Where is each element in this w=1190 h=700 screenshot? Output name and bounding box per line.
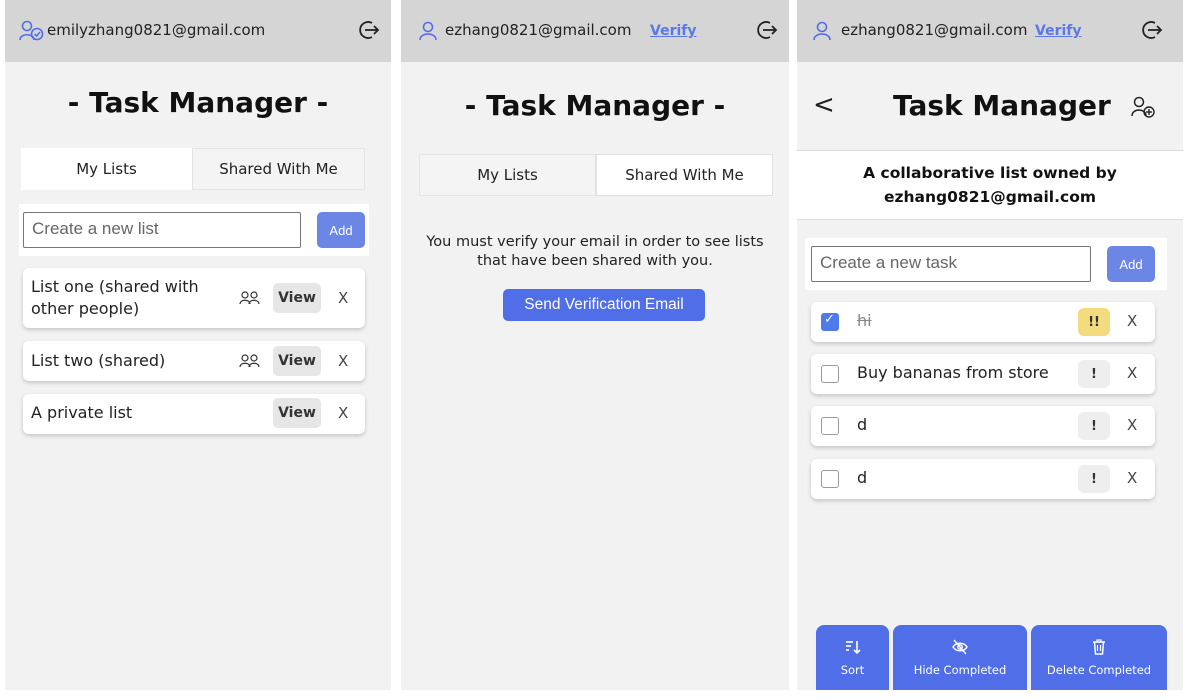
user-email: emilyzhang0821@gmail.com (47, 21, 266, 39)
people-icon (239, 354, 260, 368)
tab-shared-with-me[interactable]: Shared With Me (596, 154, 773, 196)
page-title: - Task Manager - (67, 86, 329, 119)
page-title: - Task Manager - (464, 89, 726, 122)
trash-icon (1093, 639, 1105, 655)
delete-list-button[interactable]: X (338, 404, 348, 422)
top-bar: ezhang0821@gmail.com Verify (797, 0, 1183, 62)
view-list-button[interactable]: View (273, 346, 321, 376)
list-name: A private list (31, 403, 133, 422)
task-checkbox[interactable] (821, 417, 839, 435)
task-item: Buy bananas from store ! X (811, 354, 1155, 394)
delete-completed-label: Delete Completed (1046, 663, 1152, 677)
logout-icon[interactable] (756, 19, 778, 41)
task-checkbox[interactable]: ✓ (821, 312, 839, 331)
list-item: A private list View X (23, 394, 365, 434)
add-list-button[interactable]: Add (317, 212, 365, 248)
list-item: List one (shared with other people) View… (23, 268, 365, 328)
priority-button[interactable]: ! (1078, 412, 1110, 440)
user-icon (419, 21, 437, 41)
delete-list-button[interactable]: X (338, 352, 348, 370)
owner-banner: A collaborative list owned by ezhang0821… (797, 150, 1183, 220)
task-text: hi (857, 311, 872, 330)
task-item: d ! X (811, 459, 1155, 499)
logout-icon[interactable] (1141, 19, 1163, 41)
user-email: ezhang0821@gmail.com (445, 21, 632, 39)
delete-list-button[interactable]: X (338, 289, 348, 307)
top-bar: ezhang0821@gmail.com Verify (401, 0, 789, 62)
task-item: d ! X (811, 406, 1155, 446)
user-add-icon[interactable] (1131, 95, 1157, 121)
priority-button[interactable]: !! (1078, 308, 1110, 336)
priority-button[interactable]: ! (1078, 465, 1110, 493)
shared-with-me-screen: ezhang0821@gmail.com Verify - Task Manag… (401, 0, 789, 690)
new-task-input[interactable]: Create a new task (811, 246, 1091, 282)
list-name: List one (shared with other people) (31, 277, 199, 318)
tab-shared-with-me[interactable]: Shared With Me (192, 148, 365, 190)
task-item: ✓ hi !! X (811, 302, 1155, 342)
list-name: List two (shared) (31, 351, 166, 370)
top-bar: emilyzhang0821@gmail.com (5, 0, 391, 62)
sort-icon (845, 641, 861, 655)
verify-link[interactable]: Verify (650, 23, 696, 39)
check-icon: ✓ (824, 312, 835, 327)
task-checkbox[interactable] (821, 470, 839, 488)
task-text: d (857, 468, 868, 487)
tab-my-lists[interactable]: My Lists (21, 148, 192, 190)
task-checkbox[interactable] (821, 365, 839, 383)
tab-my-lists[interactable]: My Lists (419, 154, 596, 196)
delete-task-button[interactable]: X (1127, 416, 1137, 434)
delete-task-button[interactable]: X (1127, 469, 1137, 487)
eye-slash-icon (952, 639, 968, 655)
new-list-input[interactable]: Create a new list (23, 212, 301, 248)
verify-message: You must verify your email in order to s… (426, 234, 764, 269)
back-button[interactable]: < (813, 90, 835, 120)
view-list-button[interactable]: View (273, 398, 321, 428)
sort-label: Sort (840, 663, 865, 677)
verify-link[interactable]: Verify (1035, 23, 1081, 39)
list-detail-screen: ezhang0821@gmail.com Verify < Task Manag… (797, 0, 1183, 690)
priority-button[interactable]: ! (1078, 360, 1110, 388)
send-verification-email-button[interactable]: Send Verification Email (503, 289, 705, 321)
hide-completed-button[interactable]: Hide Completed (893, 625, 1027, 690)
user-icon (813, 21, 831, 41)
view-list-button[interactable]: View (273, 283, 321, 313)
logout-icon[interactable] (358, 19, 380, 41)
sort-button[interactable]: Sort (816, 625, 889, 690)
my-lists-screen: emilyzhang0821@gmail.com - Task Manager … (5, 0, 391, 690)
list-tabs: My Lists Shared With Me (419, 154, 773, 196)
list-tabs: My Lists Shared With Me (21, 148, 365, 190)
delete-completed-button[interactable]: Delete Completed (1031, 625, 1167, 690)
user-verified-icon (19, 20, 44, 41)
task-text: Buy bananas from store (857, 363, 1049, 382)
page-title: Task Manager (893, 89, 1111, 122)
owner-label: A collaborative list owned by (863, 164, 1117, 182)
hide-completed-label: Hide Completed (913, 663, 1007, 677)
delete-task-button[interactable]: X (1127, 312, 1137, 330)
task-text: d (857, 415, 868, 434)
list-item: List two (shared) View X (23, 341, 365, 381)
user-email: ezhang0821@gmail.com (841, 21, 1028, 39)
people-icon (239, 291, 260, 305)
owner-email: ezhang0821@gmail.com (883, 188, 1096, 206)
add-task-button[interactable]: Add (1107, 246, 1155, 282)
delete-task-button[interactable]: X (1127, 364, 1137, 382)
